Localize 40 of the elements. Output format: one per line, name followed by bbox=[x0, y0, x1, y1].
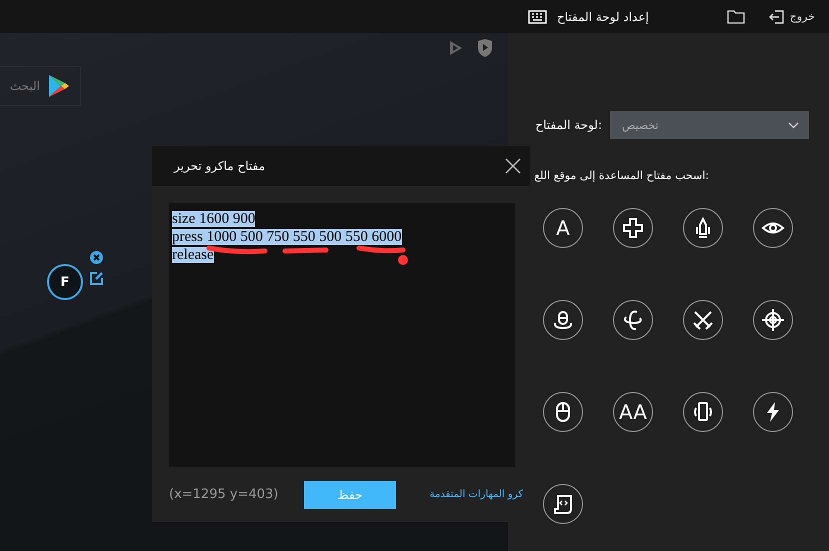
search-placeholder: البحث bbox=[10, 79, 40, 93]
mouse-orbit-tool-button[interactable] bbox=[543, 300, 583, 340]
phone-rotate-icon bbox=[691, 400, 715, 424]
search-field[interactable]: البحث bbox=[0, 66, 81, 106]
keyboard-dropdown[interactable]: تخصيص bbox=[610, 111, 809, 139]
shield-icon[interactable] bbox=[477, 39, 493, 57]
coordinates-text: (x=1295 y=403) bbox=[169, 487, 280, 502]
eye-tool-button[interactable] bbox=[753, 208, 793, 248]
key-marker[interactable]: F bbox=[47, 264, 83, 300]
mouse-tool-button[interactable] bbox=[543, 392, 583, 432]
close-icon[interactable] bbox=[505, 158, 521, 174]
drag-hint: اسحب مفتاح المساعدة إلى موقع اللع: bbox=[533, 169, 710, 182]
keyboard-label: لوحة المفتاح: bbox=[535, 118, 602, 132]
chevron-icon bbox=[788, 122, 799, 128]
folder-icon[interactable] bbox=[726, 10, 745, 24]
crosshair-tool-button[interactable] bbox=[753, 300, 793, 340]
exit-button[interactable]: خروج bbox=[768, 10, 815, 24]
lightning-tool-button[interactable] bbox=[753, 392, 793, 432]
letter-tool-button[interactable]: A bbox=[543, 208, 583, 248]
phone-rotate-tool-button[interactable] bbox=[683, 392, 723, 432]
script-icon bbox=[551, 492, 575, 516]
exit-icon bbox=[768, 10, 784, 24]
crosshair-icon bbox=[761, 308, 785, 332]
edit-icon[interactable] bbox=[90, 272, 103, 285]
dialog-title: مفتاح ماكرو تحرير bbox=[174, 159, 266, 173]
panel-title: إعداد لوحة المفتاح bbox=[557, 10, 649, 24]
close-icon[interactable] bbox=[90, 251, 103, 264]
script-tool-button[interactable] bbox=[543, 484, 583, 524]
advanced-macro-link[interactable]: كرو المهارات المتقدمة bbox=[430, 489, 523, 500]
macro-editor[interactable]: size 1600 900 press 1000 500 750 550 500 550 6000 release bbox=[169, 203, 515, 467]
cross-icon bbox=[621, 216, 645, 240]
play-icon[interactable] bbox=[448, 40, 464, 56]
letter-tool-button[interactable]: AA bbox=[613, 392, 653, 432]
bullet-tool-button[interactable] bbox=[683, 208, 723, 248]
orbit-tool-button[interactable] bbox=[613, 300, 653, 340]
keyboard-icon[interactable] bbox=[528, 10, 547, 24]
swords-tool-button[interactable] bbox=[683, 300, 723, 340]
mouse-orbit-icon bbox=[551, 308, 575, 332]
play-store-icon bbox=[48, 74, 70, 98]
cross-tool-button[interactable] bbox=[613, 208, 653, 248]
